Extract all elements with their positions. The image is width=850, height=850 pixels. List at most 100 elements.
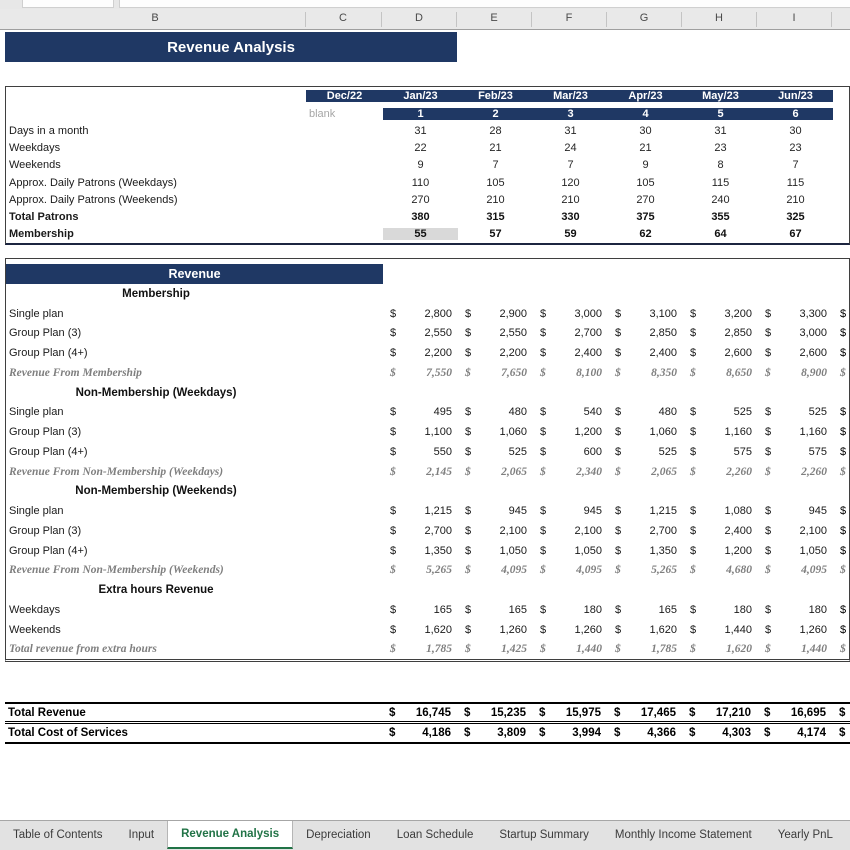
cell[interactable]: $945 [458, 505, 533, 517]
cell[interactable]: $1,440 [533, 643, 608, 655]
cell[interactable]: $2,200 [383, 347, 458, 359]
cell[interactable]: $1,215 [383, 505, 458, 517]
row-label[interactable]: Group Plan (3) [6, 327, 383, 339]
row-label[interactable]: Membership [6, 228, 306, 240]
row-label[interactable]: Revenue From Non-Membership (Weekends) [6, 564, 383, 576]
row-label[interactable]: Total revenue from extra hours [6, 643, 383, 655]
row-label[interactable]: Approx. Daily Patrons (Weekdays) [6, 177, 306, 189]
cell[interactable]: $540 [533, 406, 608, 418]
cell[interactable]: 105 [608, 177, 683, 189]
cell[interactable]: $1,260 [458, 624, 533, 636]
cell[interactable]: $3,994 [532, 727, 607, 739]
cell[interactable]: $1,260 [758, 624, 833, 636]
cell[interactable]: $15,975 [532, 707, 607, 719]
cell[interactable]: $1,440 [758, 643, 833, 655]
cell[interactable]: 31 [383, 125, 458, 137]
row-label[interactable]: Group Plan (3) [6, 525, 383, 537]
cell[interactable]: $1,440 [683, 624, 758, 636]
cell[interactable]: $8,900 [758, 367, 833, 379]
cell[interactable]: $1,620 [608, 624, 683, 636]
section-title[interactable]: Extra hours Revenue [6, 584, 306, 596]
cell[interactable]: 110 [383, 177, 458, 189]
row-label[interactable]: Total Revenue [5, 707, 382, 719]
cell[interactable]: $15,235 [457, 707, 532, 719]
sheet-tab-loan-schedule[interactable]: Loan Schedule [384, 821, 487, 849]
cell[interactable]: $165 [608, 604, 683, 616]
cell[interactable]: $2,400 [683, 525, 758, 537]
name-box[interactable] [22, 0, 114, 8]
cell[interactable]: $2,700 [608, 525, 683, 537]
cell[interactable]: $525 [458, 446, 533, 458]
cell[interactable]: 325 [758, 211, 833, 223]
cell[interactable]: $1,620 [683, 643, 758, 655]
cell[interactable]: $480 [458, 406, 533, 418]
period-cell[interactable]: 2 [458, 108, 533, 120]
section-title[interactable]: Non-Membership (Weekdays) [6, 387, 306, 399]
cell[interactable]: $4,186 [382, 727, 457, 739]
cell[interactable]: $17,465 [607, 707, 682, 719]
cell[interactable]: 210 [533, 194, 608, 206]
formula-bar-input[interactable] [119, 0, 850, 8]
cell[interactable]: $2,600 [683, 347, 758, 359]
cell[interactable]: 24 [533, 142, 608, 154]
cell[interactable]: 62 [608, 228, 683, 240]
cell[interactable]: $2,145 [383, 466, 458, 478]
row-label[interactable]: Group Plan (3) [6, 426, 383, 438]
cell[interactable]: 270 [383, 194, 458, 206]
cell[interactable]: $1,350 [383, 545, 458, 557]
sheet-tab-revenue-analysis[interactable]: Revenue Analysis [167, 821, 293, 849]
cell[interactable]: $17,210 [682, 707, 757, 719]
cell[interactable]: $2,340 [533, 466, 608, 478]
period-cell[interactable]: 5 [683, 108, 758, 120]
cell[interactable]: 7 [758, 159, 833, 171]
cell[interactable]: $2,900 [458, 308, 533, 320]
cell[interactable]: 210 [758, 194, 833, 206]
row-label[interactable]: Group Plan (4+) [6, 545, 383, 557]
cell[interactable]: 23 [683, 142, 758, 154]
cell[interactable]: $180 [683, 604, 758, 616]
cell[interactable]: 31 [683, 125, 758, 137]
cell[interactable]: $2,100 [533, 525, 608, 537]
blank-cell[interactable]: blank [306, 108, 383, 120]
cell[interactable]: $3,100 [608, 308, 683, 320]
cell[interactable]: 210 [458, 194, 533, 206]
cell[interactable]: $525 [608, 446, 683, 458]
cell[interactable]: $2,065 [458, 466, 533, 478]
cell[interactable]: $1,620 [383, 624, 458, 636]
cell[interactable]: $525 [683, 406, 758, 418]
row-label[interactable]: Weekends [6, 624, 383, 636]
cell[interactable]: 7 [458, 159, 533, 171]
cell[interactable]: $16,745 [382, 707, 457, 719]
cell[interactable]: 9 [383, 159, 458, 171]
cell[interactable]: $2,700 [383, 525, 458, 537]
cell[interactable]: $4,366 [607, 727, 682, 739]
section-title[interactable]: Membership [6, 288, 306, 300]
column-header-D[interactable]: D [415, 12, 423, 24]
sheet-tab-c[interactable]: C [846, 821, 850, 849]
cell[interactable]: 315 [458, 211, 533, 223]
cell[interactable]: $1,050 [758, 545, 833, 557]
row-label[interactable]: Revenue From Non-Membership (Weekdays) [6, 466, 383, 478]
month-cell[interactable]: Apr/23 [608, 90, 683, 102]
row-label[interactable]: Group Plan (4+) [6, 446, 383, 458]
cell[interactable]: 9 [608, 159, 683, 171]
column-header-C[interactable]: C [339, 12, 347, 24]
sheet-tab-monthly-income-statement[interactable]: Monthly Income Statement [602, 821, 765, 849]
row-label[interactable]: Weekends [6, 159, 306, 171]
month-cell[interactable]: Dec/22 [306, 90, 383, 102]
sheet-tab-startup-summary[interactable]: Startup Summary [486, 821, 601, 849]
cell[interactable]: $1,200 [533, 426, 608, 438]
cell[interactable]: $2,850 [608, 327, 683, 339]
cell[interactable]: $945 [758, 505, 833, 517]
cell[interactable]: 22 [383, 142, 458, 154]
month-cell[interactable]: Jun/23 [758, 90, 833, 102]
cell[interactable]: $4,174 [757, 727, 832, 739]
period-cell[interactable]: 6 [758, 108, 833, 120]
cell[interactable]: $7,650 [458, 367, 533, 379]
cell[interactable]: 59 [533, 228, 608, 240]
cell[interactable]: $165 [383, 604, 458, 616]
cell[interactable]: $2,600 [758, 347, 833, 359]
cell[interactable]: 240 [683, 194, 758, 206]
cell[interactable]: $4,095 [533, 564, 608, 576]
cell[interactable]: 380 [383, 211, 458, 223]
